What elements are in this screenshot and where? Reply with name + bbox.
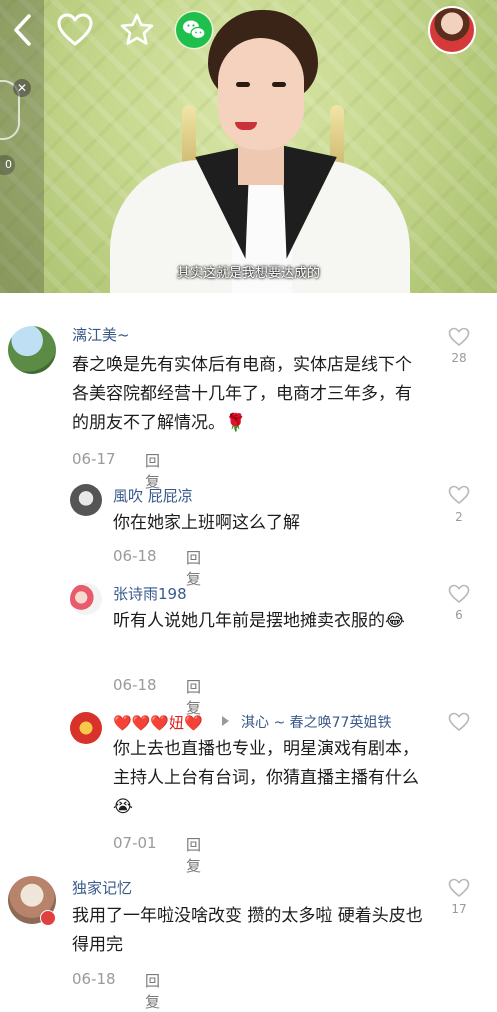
reply-button[interactable]: 回复 — [145, 970, 160, 1012]
comment-author[interactable]: 独家记忆 — [72, 877, 132, 898]
avatar[interactable] — [70, 484, 102, 516]
comment-date: 06-17 — [72, 450, 116, 468]
heart-outline-icon[interactable] — [448, 327, 470, 347]
heart-outline-icon[interactable] — [448, 878, 470, 898]
chevron-left-icon[interactable] — [8, 10, 40, 50]
heart-outline-icon[interactable] — [56, 12, 94, 48]
comment-author[interactable]: 風吹 屁屁凉 — [113, 485, 193, 506]
comment-text: 你上去也直播也专业，明星演戏有剧本，主持人上台有台词，你猜直播主播有什么😭 — [113, 739, 419, 817]
heart-outline-icon[interactable] — [448, 485, 470, 505]
comment-date: 06-18 — [113, 676, 157, 694]
video-top-bar — [0, 0, 497, 60]
comment-date: 06-18 — [113, 547, 157, 565]
comment-author[interactable]: ❤️❤️❤️妞❤️ — [113, 712, 203, 733]
heart-outline-icon[interactable] — [448, 712, 470, 732]
reply-target[interactable]: 淇心 ~ 春之唤77英姐铁 — [241, 712, 391, 732]
wechat-icon[interactable] — [176, 12, 212, 48]
presenter-neck — [238, 145, 284, 185]
avatar[interactable] — [70, 583, 102, 615]
video-player[interactable]: 其实这就是我想要达成的 ✕ 0 — [0, 0, 497, 293]
presenter-eye — [272, 82, 286, 87]
badge-icon — [40, 910, 56, 926]
like-count: 6 — [455, 608, 463, 622]
like-count: 17 — [451, 902, 467, 916]
comment-date: 07-01 — [113, 834, 157, 852]
avatar[interactable] — [70, 712, 102, 744]
comment-author[interactable]: 张诗雨198 — [113, 583, 187, 604]
avatar[interactable] — [8, 326, 56, 374]
like-count: 28 — [451, 351, 467, 365]
like-count: 2 — [455, 510, 463, 524]
close-icon[interactable]: ✕ — [13, 79, 31, 97]
comment-text: 春之唤是先有实体后有电商，实体店是线下个各美容院都经营十几年了，电商才三年多，有… — [72, 355, 412, 433]
video-subtitle: 其实这就是我想要达成的 — [176, 266, 320, 281]
reply-button[interactable]: 回复 — [186, 547, 201, 589]
reply-button[interactable]: 回复 — [186, 834, 201, 876]
comment-text: 我用了一年啦没啥改变 攒的太多啦 硬着头皮也得用完 — [72, 906, 423, 955]
star-outline-icon[interactable] — [119, 12, 155, 48]
comment-text: 你在她家上班啊这么了解 — [113, 513, 300, 533]
comment-text: 听有人说她几年前是摆地摊卖衣服的😂 — [113, 611, 405, 631]
reply-arrow-icon — [222, 716, 229, 726]
comment-date: 06-18 — [72, 970, 116, 988]
heart-outline-icon[interactable] — [448, 584, 470, 604]
author-avatar[interactable] — [428, 6, 476, 54]
presenter-eye — [236, 82, 250, 87]
comment-author[interactable]: 漓江美~ — [72, 324, 130, 345]
